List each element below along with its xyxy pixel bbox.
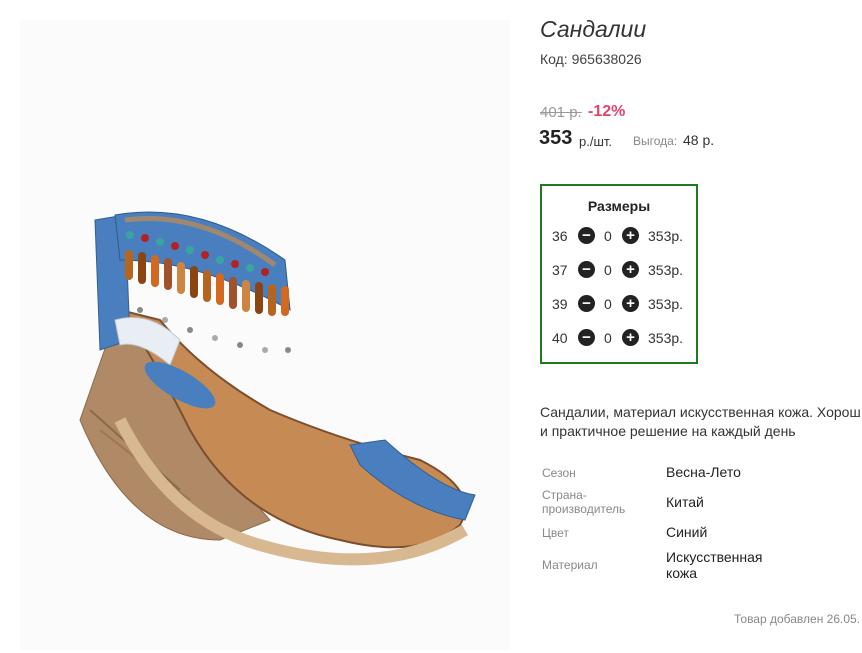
size-number: 36 [552, 228, 568, 244]
product-photo[interactable] [20, 20, 510, 650]
saving-value: 48 р. [683, 132, 715, 148]
attribute-label: Цвет [542, 526, 569, 540]
added-date: Товар добавлен 26.05. [734, 612, 861, 626]
plus-icon[interactable]: + [622, 227, 639, 244]
minus-icon[interactable]: − [578, 329, 595, 346]
minus-icon[interactable]: − [578, 261, 595, 278]
plus-icon[interactable]: + [622, 295, 639, 312]
quantity-value: 0 [604, 330, 612, 346]
sizes-panel: Размеры 36 − 0 + 353р. 37 − 0 + 353р. 39… [540, 184, 698, 364]
attribute-label: Материал [542, 558, 598, 572]
attribute-label: Сезон [542, 466, 576, 480]
plus-icon[interactable]: + [622, 261, 639, 278]
size-number: 40 [552, 330, 568, 346]
size-row: 36 − 0 + 353р. [542, 226, 696, 246]
quantity-value: 0 [604, 296, 612, 312]
minus-icon[interactable]: − [578, 227, 595, 244]
attribute-value: Китай [666, 494, 704, 510]
attribute-value: Искусственная кожа [666, 549, 763, 581]
discount-badge: -12% [588, 103, 626, 120]
size-row: 39 − 0 + 353р. [542, 294, 696, 314]
price-unit: р./шт. [579, 134, 613, 149]
description-line: Сандалии, материал искусственная кожа. Х… [540, 404, 861, 420]
size-row: 40 − 0 + 353р. [542, 328, 696, 348]
size-price: 353р. [648, 330, 684, 346]
old-price: 401 р. [540, 104, 582, 121]
size-price: 353р. [648, 262, 684, 278]
attribute-label: Страна-производитель [542, 488, 626, 516]
plus-icon[interactable]: + [622, 329, 639, 346]
sizes-title: Размеры [587, 198, 651, 214]
description-line: и практичное решение на каждый день [540, 423, 796, 439]
attribute-value: Синий [666, 524, 708, 540]
current-price: 353 [539, 127, 573, 149]
size-number: 37 [552, 262, 568, 278]
attribute-value: Весна-Лето [666, 464, 741, 480]
quantity-value: 0 [604, 262, 612, 278]
size-number: 39 [552, 296, 568, 312]
minus-icon[interactable]: − [578, 295, 595, 312]
saving-label: Выгода: [633, 134, 678, 148]
product-code: Код: 965638026 [540, 51, 642, 67]
quantity-value: 0 [604, 228, 612, 244]
product-title: Сандалии [540, 16, 647, 42]
size-price: 353р. [648, 296, 684, 312]
sandal-image [79, 211, 476, 566]
size-row: 37 − 0 + 353р. [542, 260, 696, 280]
product-description: Сандалии, материал искусственная кожа. Х… [540, 403, 861, 441]
size-price: 353р. [648, 228, 684, 244]
